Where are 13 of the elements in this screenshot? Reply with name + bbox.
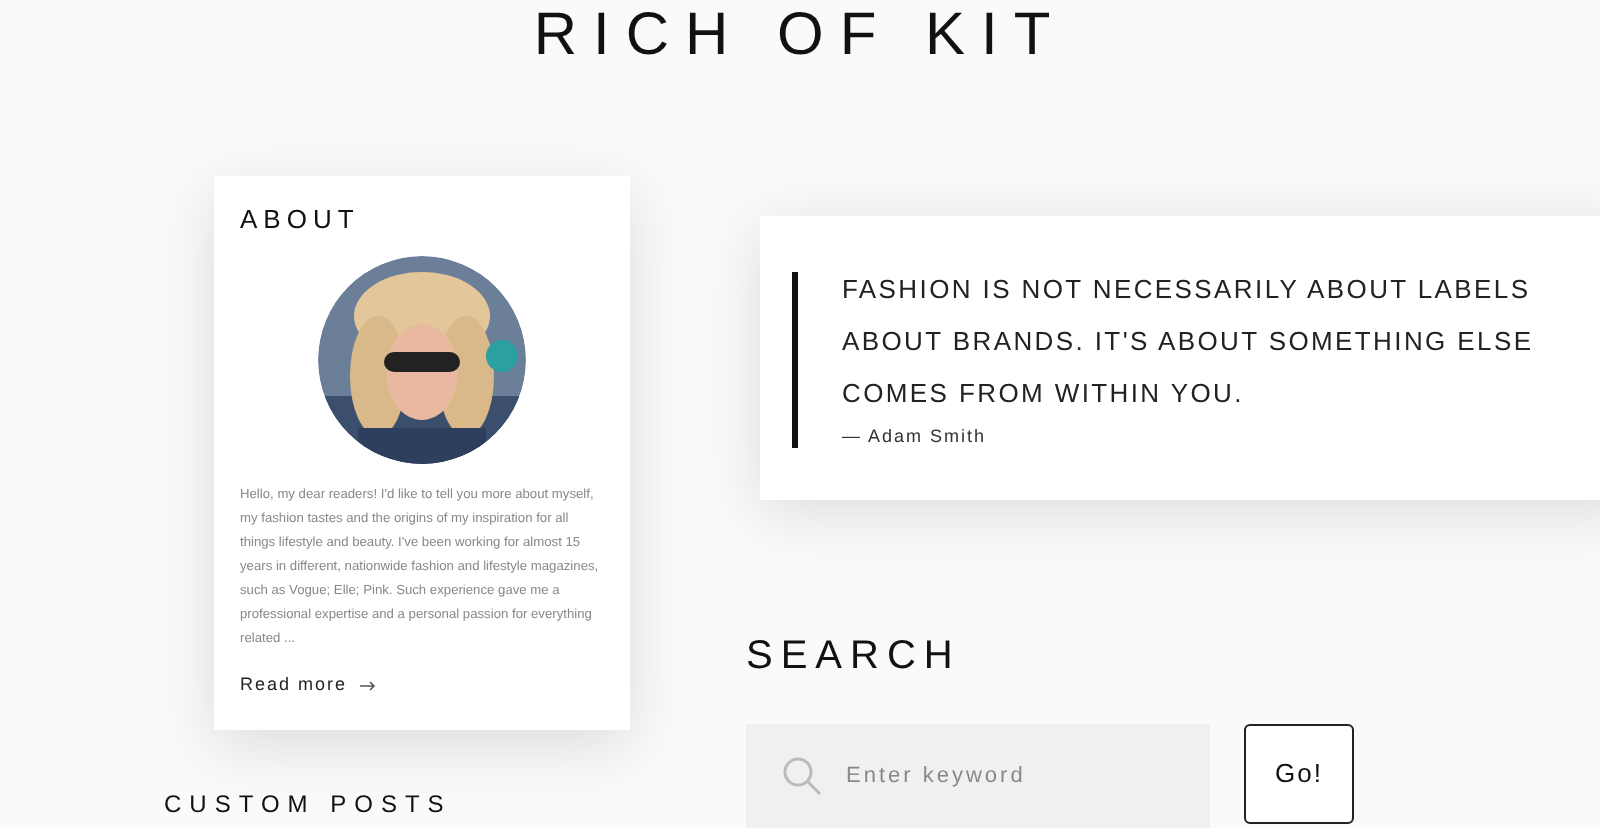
go-button[interactable]: Go!	[1244, 724, 1354, 824]
quote-line: ABOUT BRANDS. IT'S ABOUT SOMETHING ELSE	[842, 324, 1534, 360]
section-heading: CUSTOM POSTS	[164, 790, 454, 818]
search-icon	[782, 756, 822, 796]
read-more-link[interactable]: Read more	[240, 672, 376, 699]
search-field[interactable]: Enter keyword	[746, 724, 1210, 828]
quote-author: — Adam Smith	[842, 424, 989, 450]
arrow-icon	[359, 679, 376, 692]
site-title: RICH OF KIT	[533, 0, 1067, 72]
quote-line: COMES FROM WITHIN YOU.	[842, 376, 1246, 412]
quote-line: FASHION IS NOT NECESSARILY ABOUT LABELS	[842, 272, 1533, 308]
search-heading: SEARCH	[746, 632, 963, 680]
about-heading: ABOUT	[240, 204, 362, 236]
